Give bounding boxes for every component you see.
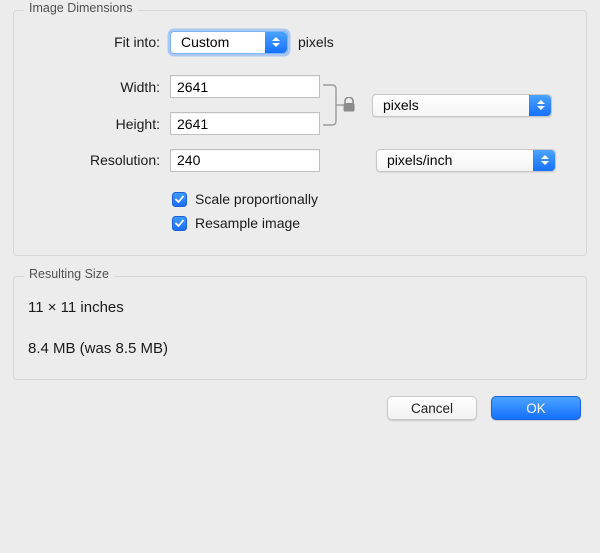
up-down-arrows-icon <box>529 95 551 116</box>
height-input[interactable] <box>170 112 320 135</box>
resolution-label: Resolution: <box>28 152 170 168</box>
fit-into-select[interactable]: Custom <box>170 31 288 54</box>
up-down-arrows-icon <box>533 150 555 171</box>
up-down-arrows-icon <box>265 32 287 53</box>
resample-image-label: Resample image <box>195 215 300 231</box>
ok-button[interactable]: OK <box>491 396 581 420</box>
resulting-size-legend: Resulting Size <box>24 267 114 281</box>
fit-into-value: Custom <box>181 34 229 50</box>
height-label: Height: <box>28 116 170 132</box>
fit-into-label: Fit into: <box>28 34 170 50</box>
result-filesize: 8.4 MB (was 8.5 MB) <box>28 340 572 357</box>
width-label: Width: <box>28 79 170 95</box>
adjust-size-dialog: Image Dimensions Fit into: Custom pixels… <box>0 0 600 553</box>
resolution-input[interactable] <box>170 149 320 172</box>
aspect-lock-bracket <box>322 75 366 135</box>
resample-image-checkbox[interactable]: Resample image <box>172 211 572 235</box>
resolution-unit-value: pixels/inch <box>387 152 452 168</box>
fit-into-unit: pixels <box>298 34 334 50</box>
result-dimensions: 11 × 11 inches <box>28 299 572 316</box>
lock-icon <box>342 97 356 116</box>
checkmark-icon <box>172 216 187 231</box>
resolution-unit-select[interactable]: pixels/inch <box>376 149 556 172</box>
scale-proportionally-label: Scale proportionally <box>195 191 318 207</box>
cancel-button[interactable]: Cancel <box>387 396 477 420</box>
wh-unit-value: pixels <box>383 97 419 113</box>
image-dimensions-group: Image Dimensions Fit into: Custom pixels… <box>13 10 587 256</box>
wh-unit-select[interactable]: pixels <box>372 94 552 117</box>
dialog-footer: Cancel OK <box>13 380 587 420</box>
resulting-size-group: Resulting Size 11 × 11 inches 8.4 MB (wa… <box>13 276 587 380</box>
scale-proportionally-checkbox[interactable]: Scale proportionally <box>172 187 572 211</box>
image-dimensions-legend: Image Dimensions <box>24 1 138 15</box>
checkmark-icon <box>172 192 187 207</box>
width-input[interactable] <box>170 75 320 98</box>
